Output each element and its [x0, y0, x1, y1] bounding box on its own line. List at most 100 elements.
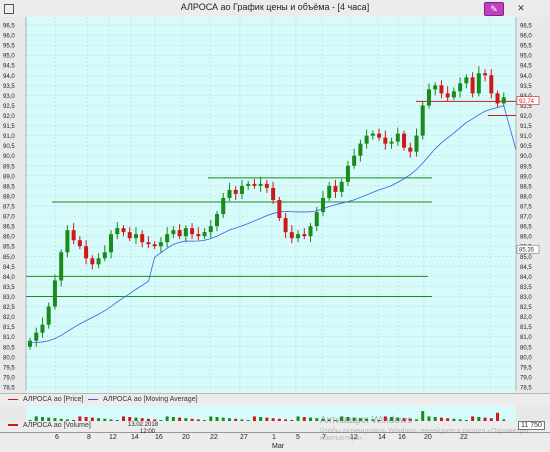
- price-tick-left: 96,0: [3, 34, 15, 40]
- candle-body: [339, 181, 344, 192]
- candle-body: [102, 252, 107, 259]
- window-titlebar: АЛРОСА ао График цены и объёма - [4 часа…: [0, 0, 550, 18]
- volume-swatch-icon: [8, 424, 18, 427]
- candle-body: [158, 242, 163, 247]
- price-tick-right: 91,5: [520, 124, 532, 130]
- price-tick-right: 89,5: [520, 164, 532, 170]
- price-chart[interactable]: 96,5 96,5 96,0 96,0 95,5 95,5 95,0 95,0 94,5 94,5…: [0, 17, 550, 393]
- price-tick-left: 96,5: [3, 24, 15, 30]
- candle-body: [65, 230, 70, 253]
- candle-body: [28, 340, 32, 347]
- candle-body: [308, 226, 313, 237]
- price-tick-left: 90,5: [3, 144, 15, 150]
- pin-button[interactable]: ✎: [484, 2, 504, 16]
- candle-body: [283, 218, 288, 233]
- price-tick-left: 86,0: [3, 235, 15, 241]
- candle-body: [115, 228, 120, 235]
- candle-body: [439, 85, 444, 94]
- candle-body: [495, 93, 500, 104]
- price-swatch-icon: [8, 398, 18, 400]
- activation-watermark: Активация Windows: [320, 415, 413, 426]
- candle-body: [233, 189, 238, 194]
- price-tick-left: 91,0: [3, 134, 15, 140]
- price-tick-left: 85,5: [3, 245, 15, 251]
- candle-body: [470, 77, 475, 94]
- candle-body: [258, 183, 263, 186]
- price-tick-right: 81,0: [520, 335, 532, 341]
- price-tick-left: 83,0: [3, 295, 15, 301]
- candle-body: [289, 232, 294, 239]
- candle-body: [52, 280, 57, 307]
- price-tick-right: 82,5: [520, 305, 532, 311]
- price-tick-left: 82,0: [3, 315, 15, 321]
- price-tick-right: 93,5: [520, 84, 532, 90]
- price-tick-right: 96,0: [520, 34, 532, 40]
- price-tick-left: 86,5: [3, 225, 15, 231]
- price-tick-right: 94,0: [520, 74, 532, 80]
- price-tick-right: 78,5: [520, 386, 532, 392]
- price-tick-right: 79,0: [520, 375, 532, 381]
- legend-volume-label: АЛРОСА ао [Volume]: [22, 422, 91, 429]
- price-tick-right: 88,0: [520, 194, 532, 200]
- price-tick-right: 86,0: [520, 235, 532, 241]
- price-tick-left: 85,0: [3, 255, 15, 261]
- price-tick-left: 89,0: [3, 174, 15, 180]
- time-tick: 5: [296, 434, 300, 441]
- price-tick-left: 84,0: [3, 275, 15, 281]
- candle-body: [489, 75, 494, 94]
- price-tick-left: 81,5: [3, 325, 15, 331]
- time-tick: 20: [182, 434, 190, 441]
- candle-body: [90, 258, 95, 265]
- price-tick-left: 79,5: [3, 365, 15, 371]
- candle-body: [271, 187, 276, 200]
- candle-body: [451, 91, 456, 98]
- price-tick-left: 93,0: [3, 94, 15, 100]
- window-title: АЛРОСА ао График цены и объёма - [4 часа…: [180, 2, 370, 12]
- candle-body: [208, 226, 213, 233]
- candle-body: [202, 232, 207, 237]
- candle-body: [402, 133, 407, 148]
- candle-body: [133, 234, 138, 239]
- candle-body: [302, 234, 307, 237]
- close-button[interactable]: ✕: [512, 2, 530, 14]
- price-tick-left: 80,5: [3, 345, 15, 351]
- candle-body: [408, 147, 413, 152]
- price-tick-right: 87,5: [520, 205, 532, 211]
- price-tick-right: 88,5: [520, 184, 532, 190]
- candle-body: [146, 242, 151, 245]
- candle-body: [215, 214, 220, 227]
- price-tick-left: 91,5: [3, 124, 15, 130]
- price-tick-right: 83,5: [520, 285, 532, 291]
- price-tick-left: 84,5: [3, 265, 15, 271]
- candle-body: [221, 197, 226, 215]
- month-label: Mar: [272, 443, 285, 450]
- price-tick-right: 85,0: [520, 255, 532, 261]
- time-tick: 1: [272, 434, 276, 441]
- candle-body: [140, 234, 145, 243]
- price-tick-right: 96,5: [520, 24, 532, 30]
- candle-body: [364, 135, 369, 144]
- candle-body: [395, 133, 400, 142]
- candle-body: [458, 83, 463, 92]
- price-tick-right: 87,0: [520, 215, 532, 221]
- cursor-date: 13.02.2018: [128, 422, 159, 428]
- price-tick-right: 86,5: [520, 225, 532, 231]
- current-price-label: 92,74: [519, 99, 535, 105]
- price-tick-left: 81,0: [3, 335, 15, 341]
- price-tick-right: 84,0: [520, 275, 532, 281]
- price-tick-right: 92,0: [520, 114, 532, 120]
- legend-ma-label: АЛРОСА ао [Moving Average]: [102, 396, 198, 403]
- price-tick-left: 92,5: [3, 104, 15, 110]
- price-tick-left: 92,0: [3, 114, 15, 120]
- candle-body: [345, 165, 350, 182]
- candle-body: [196, 234, 201, 237]
- legend-item-ma: АЛРОСА ао [Moving Average]: [88, 396, 198, 403]
- candle-body: [420, 105, 425, 136]
- candle-body: [40, 324, 45, 333]
- price-tick-right: 83,0: [520, 295, 532, 301]
- price-tick-right: 95,5: [520, 44, 532, 50]
- candle-body: [109, 234, 114, 253]
- time-tick: 22: [210, 434, 218, 441]
- candle-body: [296, 234, 301, 239]
- candle-body: [389, 141, 394, 144]
